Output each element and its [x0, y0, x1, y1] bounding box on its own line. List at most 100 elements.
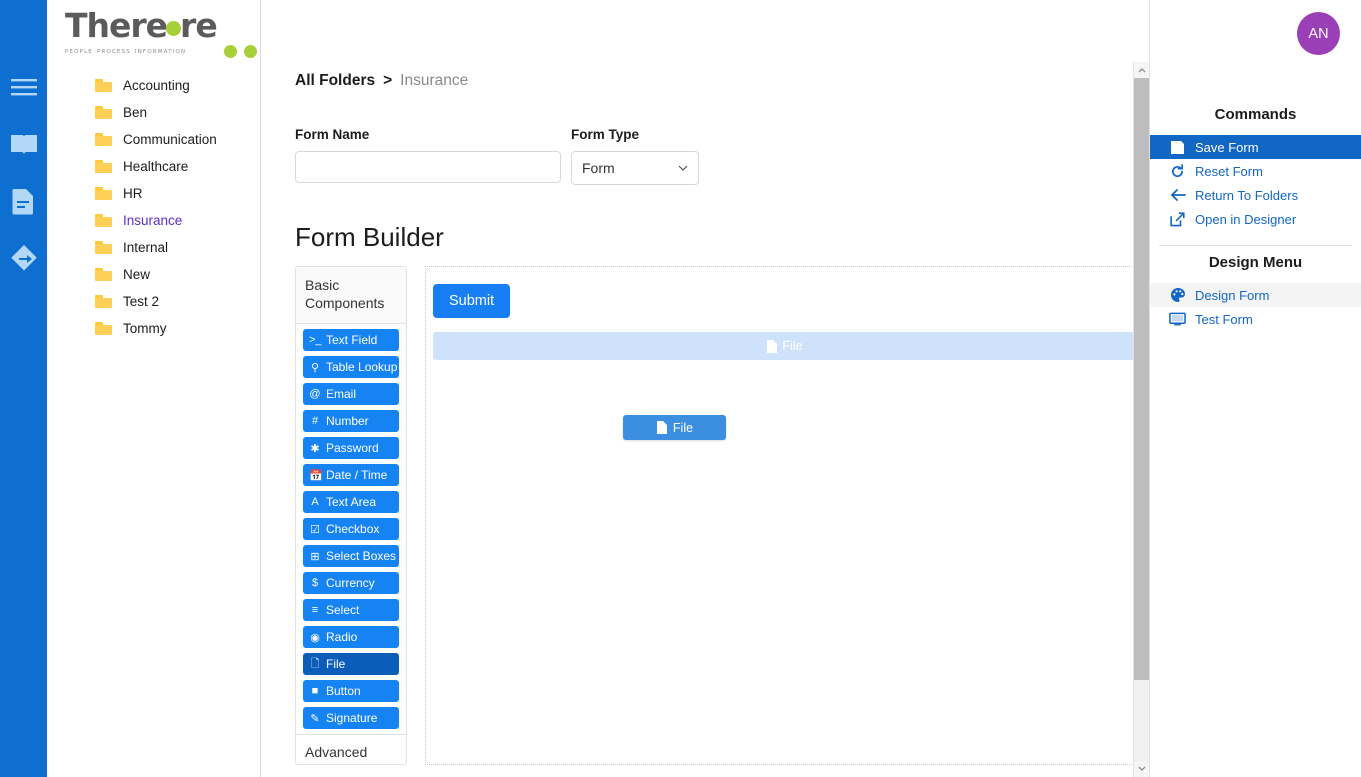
tree-item-label: Ben [123, 105, 148, 120]
command-label: Reset Form [1195, 163, 1263, 179]
palette-advanced-section[interactable]: Advanced [296, 734, 406, 760]
palette-component-date-time[interactable]: 📅 Date / Time [303, 464, 399, 486]
palette-component-label: Select [326, 603, 360, 617]
command-label: Design Form [1195, 287, 1270, 303]
form-canvas[interactable]: Submit File File [425, 266, 1150, 765]
square-icon: ■ [311, 685, 319, 697]
palette-component-label: Email [326, 387, 357, 401]
palette-component-label: Checkbox [326, 522, 380, 536]
tree-item-internal[interactable]: Internal [47, 234, 260, 261]
brand-logo-part2: re [180, 6, 218, 45]
palette-component-select[interactable]: ≡ Select [303, 599, 399, 621]
checkbox-icon: ☑ [310, 523, 320, 536]
submit-button[interactable]: Submit [433, 284, 511, 318]
palette-component-file[interactable]: 🗋 File [303, 653, 399, 675]
scroll-down-arrow[interactable] [1134, 761, 1150, 777]
tree-item-hr[interactable]: HR [47, 180, 260, 207]
avatar[interactable]: AN [1297, 12, 1340, 55]
file-icon: 🗋 [310, 657, 320, 670]
scroll-thumb[interactable] [1134, 78, 1150, 680]
palette-component-button[interactable]: ■ Button [303, 680, 399, 702]
command-label: Open in Designer [1195, 211, 1297, 227]
folder-icon [95, 214, 112, 227]
palette-component-select-boxes[interactable]: ⊞ Select Boxes [303, 545, 399, 567]
command-test-form[interactable]: Test Form [1150, 307, 1361, 331]
palette-component-email[interactable]: @ Email [303, 383, 399, 405]
file-icon [767, 339, 778, 353]
folder-icon [95, 295, 112, 308]
tree-item-label: Communication [123, 132, 217, 147]
palette-component-text-area[interactable]: A Text Area [303, 491, 399, 513]
tree-item-tommy[interactable]: Tommy [47, 315, 260, 342]
palette-component-currency[interactable]: $ Currency [303, 572, 399, 594]
left-icon-rail [0, 0, 47, 777]
tree-item-label: Accounting [123, 78, 190, 93]
palette-component-label: Radio [326, 630, 358, 644]
palette-component-signature[interactable]: ✎ Signature [303, 707, 399, 729]
hamburger-menu-icon[interactable] [9, 72, 39, 102]
file-icon [656, 421, 667, 434]
form-type-label: Form Type [571, 127, 640, 142]
form-meta-row: Form Name Form Type Form [295, 127, 1150, 185]
command-return-to-folders[interactable]: Return To Folders [1150, 183, 1361, 207]
dollar-icon: $ [311, 577, 319, 589]
commands-list: Save Form Reset Form Return To Folders Open… [1150, 135, 1361, 231]
command-reset-form[interactable]: Reset Form [1150, 159, 1361, 183]
drop-placeholder: File [433, 332, 1136, 360]
tree-item-communication[interactable]: Communication [47, 126, 260, 153]
palette-icon [1169, 287, 1186, 304]
component-palette: Basic Components >_ Text Field ⚲ Table Look… [295, 266, 407, 765]
vertical-scrollbar[interactable] [1133, 62, 1150, 777]
form-type-group: Form Type Form [571, 127, 699, 185]
form-name-input[interactable] [295, 151, 561, 183]
command-label: Return To Folders [1195, 187, 1299, 203]
palette-component-text-field[interactable]: >_ Text Field [303, 329, 399, 351]
command-design-form[interactable]: Design Form [1150, 283, 1361, 307]
form-type-select-wrap: Form [571, 151, 699, 185]
tree-item-accounting[interactable]: Accounting [47, 72, 260, 99]
palette-component-number[interactable]: # Number [303, 410, 399, 432]
palette-component-radio[interactable]: ◉ Radio [303, 626, 399, 648]
book-icon[interactable] [9, 129, 39, 159]
command-label: Test Form [1195, 311, 1253, 327]
palette-component-label: Signature [326, 711, 378, 725]
command-save-form[interactable]: Save Form [1150, 135, 1361, 159]
tree-item-label: Tommy [123, 321, 167, 336]
folder-icon [95, 160, 112, 173]
breadcrumb-separator: > [383, 72, 393, 89]
folder-icon [95, 268, 112, 281]
tree-item-healthcare[interactable]: Healthcare [47, 153, 260, 180]
asterisk-icon: ✱ [310, 442, 320, 455]
tree-item-insurance[interactable]: Insurance [47, 207, 260, 234]
command-open-in-designer[interactable]: Open in Designer [1150, 207, 1361, 231]
breadcrumb-all-folders[interactable]: All Folders [295, 72, 375, 90]
brand-logo[interactable]: There re PEOPLE PROCESS INFORMATION [47, 0, 260, 62]
tree-item-label: New [123, 267, 151, 282]
scroll-up-arrow[interactable] [1134, 62, 1150, 78]
palette-component-password[interactable]: ✱ Password [303, 437, 399, 459]
refresh-icon [1169, 163, 1186, 180]
brand-tagline: PEOPLE PROCESS INFORMATION [65, 45, 260, 58]
tree-item-label: Insurance [123, 213, 183, 228]
palette-component-label: Select Boxes [326, 549, 397, 563]
folder-icon [95, 106, 112, 119]
drag-ghost-file[interactable]: File [623, 415, 726, 440]
tree-item-label: Internal [123, 240, 169, 255]
tree-item-test-2[interactable]: Test 2 [47, 288, 260, 315]
brand-logo-text: There re [65, 6, 218, 45]
folder-icon [95, 79, 112, 92]
folder-tree: Accounting Ben Communication Healthcare HR In… [47, 62, 260, 342]
list-icon: ≡ [311, 604, 319, 616]
tree-item-ben[interactable]: Ben [47, 99, 260, 126]
chevron-up-icon [1138, 68, 1146, 73]
workflow-icon[interactable] [9, 243, 39, 273]
design-menu-list: Design Form Test Form [1150, 283, 1361, 331]
form-type-select[interactable]: Form [571, 151, 699, 185]
tree-item-new[interactable]: New [47, 261, 260, 288]
tagline-word-people: PEOPLE [65, 48, 93, 55]
palette-component-checkbox[interactable]: ☑ Checkbox [303, 518, 399, 540]
tree-item-label: Test 2 [123, 294, 160, 309]
form-type-selected-value: Form [582, 160, 615, 176]
document-icon[interactable] [9, 186, 39, 216]
palette-component-table-lookup[interactable]: ⚲ Table Lookup [303, 356, 399, 378]
